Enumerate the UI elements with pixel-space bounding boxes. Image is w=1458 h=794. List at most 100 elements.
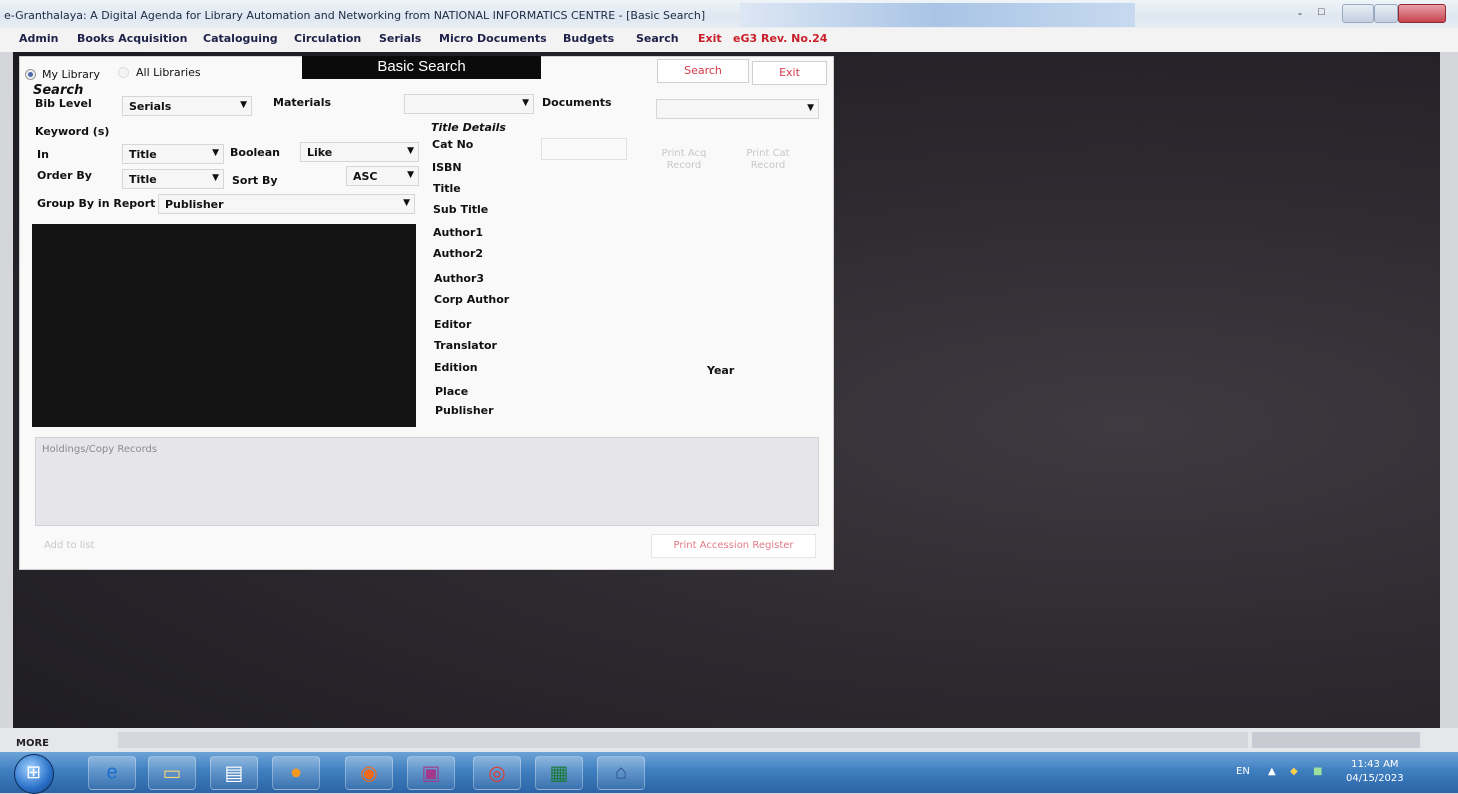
notes-icon[interactable]: ▤ [210,756,258,790]
place-label: Place [435,385,469,398]
isbn-label: ISBN [432,161,462,174]
close-button[interactable] [1398,4,1446,23]
clock-time: 11:43 AM [1351,759,1399,770]
sort-by-label: Sort By [232,174,278,187]
documents-select[interactable]: ▼ [656,99,819,119]
menu-micro-documents[interactable]: Micro Documents [439,32,547,45]
in-value: Title [129,148,157,161]
chevron-down-icon: ▼ [240,100,247,110]
chevron-down-icon: ▼ [407,170,414,180]
chevron-down-icon: ▼ [403,198,410,208]
menu-serials[interactable]: Serials [379,32,421,45]
title-label: Title [433,182,461,195]
e-granthalaya-icon[interactable]: ⌂ [597,756,645,790]
author3-label: Author3 [434,272,485,285]
group-by-select[interactable]: Publisher ▼ [158,194,415,214]
group-by-label: Group By in Report [37,197,156,210]
materials-label: Materials [273,96,332,109]
search-button[interactable]: Search [657,59,749,83]
sub-title-label: Sub Title [433,203,489,216]
file-explorer-icon[interactable]: ▭ [148,756,196,790]
sort-by-select[interactable]: ASC ▼ [346,166,419,186]
print-accession-register-button[interactable]: Print Accession Register [651,534,816,558]
menu-cataloguing[interactable]: Cataloguing [203,32,278,45]
print-acq-record-button[interactable]: Print Acq Record [657,148,711,172]
menu-circulation[interactable]: Circulation [294,32,361,45]
chrome-icon[interactable]: ◎ [473,756,521,790]
corp-author-label: Corp Author [434,293,510,306]
chevron-down-icon: ▼ [212,173,219,183]
language-indicator[interactable]: EN [1236,766,1250,777]
page-title: Basic Search [302,56,541,79]
menu-bar: Admin Books Acquisition Cataloguing Circ… [0,28,1458,52]
outer-maximize-button[interactable] [1374,4,1398,23]
chevron-down-icon: ▼ [522,98,529,108]
clock-date: 04/15/2023 [1346,773,1404,784]
documents-label: Documents [542,96,612,109]
boolean-select[interactable]: Like ▼ [300,142,419,162]
chevron-down-icon: ▼ [807,103,814,113]
all-libraries-radio[interactable] [118,67,129,78]
my-library-radio[interactable] [25,69,36,80]
group-by-value: Publisher [165,198,224,211]
menu-books-acquisition[interactable]: Books Acquisition [77,32,187,45]
holdings-caption: Holdings/Copy Records [42,444,158,455]
chevron-down-icon: ▼ [407,146,414,156]
bib-level-select[interactable]: Serials ▼ [122,96,252,116]
sort-by-value: ASC [353,170,378,183]
print-cat-record-button[interactable]: Print Cat Record [741,148,795,172]
version-label: eG3 Rev. No.24 [733,32,828,45]
chevron-down-icon: ▼ [212,148,219,158]
menu-exit[interactable]: Exit [698,32,722,45]
order-by-value: Title [129,173,157,186]
author1-label: Author1 [433,226,484,239]
window-title: e-Granthalaya: A Digital Agenda for Libr… [4,9,706,22]
menu-budgets[interactable]: Budgets [563,32,614,45]
year-label: Year [707,364,735,377]
cat-no-label: Cat No [432,138,474,151]
more-label: MORE [16,738,49,749]
cat-no-field[interactable] [541,138,627,160]
firefox-icon[interactable]: ◉ [345,756,393,790]
boolean-label: Boolean [230,146,280,159]
internet-explorer-icon[interactable]: e [88,756,136,790]
materials-select[interactable]: ▼ [404,94,534,114]
add-to-list-button[interactable]: Add to list [44,540,94,551]
action-center-icon[interactable]: ■ [1313,766,1322,777]
search-results-grid[interactable] [32,224,416,427]
translator-label: Translator [434,339,497,352]
status-bar: MORE [0,728,1458,752]
holdings-records-panel[interactable]: Holdings/Copy Records [35,437,819,526]
winrar-icon[interactable]: ▣ [407,756,455,790]
excel-icon[interactable]: ▦ [535,756,583,790]
tray-expand-icon[interactable]: ▲ [1268,766,1276,777]
search-heading: Search [33,83,84,98]
media-player-icon[interactable]: ● [272,756,320,790]
boolean-value: Like [307,146,333,159]
system-clock[interactable]: 11:43 AM 04/15/2023 [1346,758,1404,786]
restore-icon[interactable]: □ [1318,6,1334,23]
menu-admin[interactable]: Admin [19,32,58,45]
windows-taskbar: ⊞ e ▭ ▤ ● ◉ ▣ ◎ ▦ ⌂ EN ▲ ◆ ■ 11:43 AM 04… [0,752,1458,794]
title-details-heading: Title Details [431,121,506,134]
network-icon[interactable]: ◆ [1290,766,1298,777]
outer-minimize-button[interactable] [1342,4,1374,23]
order-by-label: Order By [37,169,92,182]
status-panel-right [1252,732,1420,748]
windows-start-icon[interactable]: ⊞ [14,754,54,794]
all-libraries-label: All Libraries [136,66,201,79]
my-library-label: My Library [42,68,100,81]
editor-label: Editor [434,318,472,331]
bib-level-label: Bib Level [35,97,92,110]
menu-search[interactable]: Search [636,32,679,45]
exit-button[interactable]: Exit [752,61,827,85]
minimize-icon[interactable]: - [1298,6,1314,23]
in-label: In [37,148,49,161]
author2-label: Author2 [433,247,484,260]
titlebar-highlight [740,3,1135,27]
order-by-select[interactable]: Title ▼ [122,169,224,189]
window-titlebar: e-Granthalaya: A Digital Agenda for Libr… [0,0,1458,28]
bib-level-value: Serials [129,100,172,113]
in-select[interactable]: Title ▼ [122,144,224,164]
edition-label: Edition [434,361,478,374]
